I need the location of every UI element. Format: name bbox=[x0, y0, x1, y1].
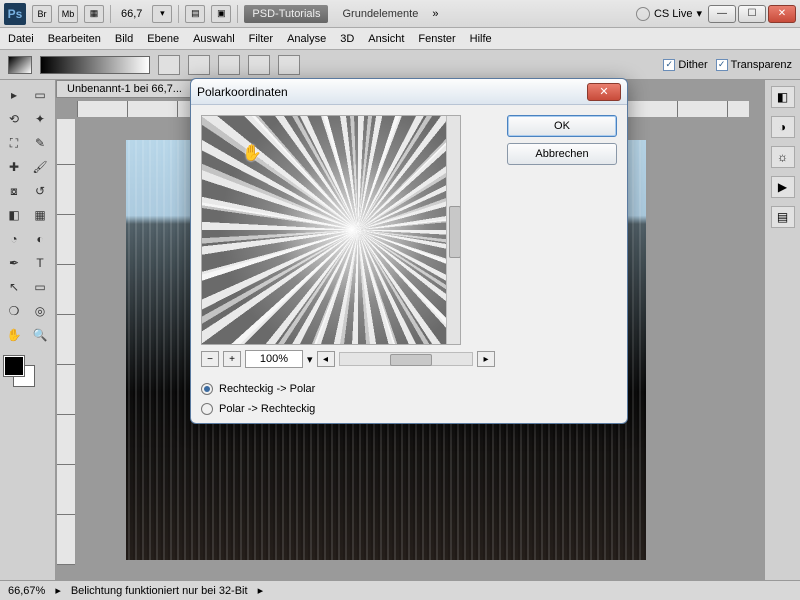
3d-tool[interactable]: ❍ bbox=[2, 300, 26, 322]
stamp-tool[interactable]: ⧇ bbox=[2, 180, 26, 202]
menu-analyse[interactable]: Analyse bbox=[287, 33, 326, 45]
zoom-dropdown-icon[interactable]: ▾ bbox=[307, 353, 313, 366]
crop-tool[interactable]: ⛶ bbox=[2, 132, 26, 154]
preview[interactable] bbox=[201, 115, 461, 345]
zoom-in-button[interactable]: + bbox=[223, 351, 241, 367]
cs-live[interactable]: CS Live ▾ bbox=[636, 7, 702, 21]
viewmode-icon[interactable]: ▦ bbox=[84, 5, 104, 23]
ps-logo: Ps bbox=[4, 3, 26, 25]
menu-hilfe[interactable]: Hilfe bbox=[470, 33, 492, 45]
minimize-button[interactable]: — bbox=[708, 5, 736, 23]
menu-fenster[interactable]: Fenster bbox=[418, 33, 455, 45]
ok-button[interactable]: OK bbox=[507, 115, 617, 137]
panel-adjust-icon[interactable]: ☼ bbox=[771, 146, 795, 168]
menu-auswahl[interactable]: Auswahl bbox=[193, 33, 235, 45]
eraser-tool[interactable]: ◧ bbox=[2, 204, 26, 226]
zoom-value[interactable]: 100% bbox=[245, 350, 303, 368]
cancel-button[interactable]: Abbrechen bbox=[507, 143, 617, 165]
zoom-display[interactable]: 66,7 bbox=[117, 8, 146, 20]
menu-datei[interactable]: Datei bbox=[8, 33, 34, 45]
more-icon[interactable]: » bbox=[432, 8, 438, 20]
arrange-icon[interactable]: ▤ bbox=[185, 5, 205, 23]
ruler-vertical[interactable] bbox=[56, 118, 76, 566]
color-swatches[interactable] bbox=[2, 356, 32, 386]
menu-bearbeiten[interactable]: Bearbeiten bbox=[48, 33, 101, 45]
history-tool[interactable]: ↺ bbox=[28, 180, 52, 202]
status-zoom[interactable]: 66,67% bbox=[8, 585, 45, 597]
lasso-tool[interactable]: ⟲ bbox=[2, 108, 26, 130]
scroll-left-button[interactable]: ◂ bbox=[317, 351, 335, 367]
menu-bar: Datei Bearbeiten Bild Ebene Auswahl Filt… bbox=[0, 28, 800, 50]
dialog-close-button[interactable]: ✕ bbox=[587, 83, 621, 101]
wand-tool[interactable]: ✦ bbox=[28, 108, 52, 130]
gradient-tool[interactable]: ▦ bbox=[28, 204, 52, 226]
menu-ansicht[interactable]: Ansicht bbox=[368, 33, 404, 45]
heal-tool[interactable]: ✚ bbox=[2, 156, 26, 178]
workspace-tab[interactable]: Grundelemente bbox=[334, 5, 426, 23]
path-tool[interactable]: ↖ bbox=[2, 276, 26, 298]
shape-tool[interactable]: ▭ bbox=[28, 276, 52, 298]
blur-tool[interactable]: ◔ bbox=[2, 228, 26, 250]
radio-rect-to-polar[interactable]: Rechteckig -> Polar bbox=[201, 383, 495, 395]
hand-tool[interactable]: ✋ bbox=[2, 324, 26, 346]
dialog-title: Polarkoordinaten bbox=[197, 85, 587, 99]
foreground-swatch[interactable] bbox=[4, 356, 24, 376]
scroll-right-button[interactable]: ▸ bbox=[477, 351, 495, 367]
gradient-radial-icon[interactable] bbox=[188, 55, 210, 75]
gradient-reflected-icon[interactable] bbox=[248, 55, 270, 75]
maximize-button[interactable]: ☐ bbox=[738, 5, 766, 23]
3dcam-tool[interactable]: ◎ bbox=[28, 300, 52, 322]
gradient-linear-icon[interactable] bbox=[158, 55, 180, 75]
close-button[interactable]: ✕ bbox=[768, 5, 796, 23]
eyedropper-tool[interactable]: ✎ bbox=[28, 132, 52, 154]
status-chevron-icon[interactable]: ▸ bbox=[55, 584, 61, 597]
status-bar: 66,67% ▸ Belichtung funktioniert nur bei… bbox=[0, 580, 800, 600]
status-chevron2-icon[interactable]: ▸ bbox=[258, 584, 264, 597]
screen-icon[interactable]: ▣ bbox=[211, 5, 231, 23]
menu-3d[interactable]: 3D bbox=[340, 33, 354, 45]
panel-layers-icon[interactable]: ◧ bbox=[771, 86, 795, 108]
dodge-tool[interactable]: ◐ bbox=[28, 228, 52, 250]
dither-checkbox[interactable]: ✓Dither bbox=[663, 59, 707, 71]
title-bar: Ps Br Mb ▦ 66,7 ▾ ▤ ▣ PSD-Tutorials Grun… bbox=[0, 0, 800, 28]
menu-bild[interactable]: Bild bbox=[115, 33, 133, 45]
radio-polar-to-rect[interactable]: Polar -> Rechteckig bbox=[201, 403, 495, 415]
minibridge-icon[interactable]: Mb bbox=[58, 5, 78, 23]
document-tab[interactable]: Unbenannt-1 bei 66,7... bbox=[56, 80, 193, 98]
bridge-icon[interactable]: Br bbox=[32, 5, 52, 23]
zoom-tool[interactable]: 🔍 bbox=[28, 324, 52, 346]
gradient-angle-icon[interactable] bbox=[218, 55, 240, 75]
zoom-dropdown-icon[interactable]: ▾ bbox=[152, 5, 172, 23]
panel-actions-icon[interactable]: ▤ bbox=[771, 206, 795, 228]
tool-preset-icon[interactable] bbox=[8, 56, 32, 74]
gradient-diamond-icon[interactable] bbox=[278, 55, 300, 75]
workspace-tab-active[interactable]: PSD-Tutorials bbox=[244, 5, 328, 23]
gradient-picker[interactable] bbox=[40, 56, 150, 74]
preview-scrollbar-h[interactable] bbox=[339, 352, 473, 366]
zoom-out-button[interactable]: − bbox=[201, 351, 219, 367]
dialog-titlebar[interactable]: Polarkoordinaten ✕ bbox=[191, 79, 627, 105]
marquee-tool[interactable]: ▭ bbox=[28, 84, 52, 106]
status-msg: Belichtung funktioniert nur bei 32-Bit bbox=[71, 585, 248, 597]
menu-ebene[interactable]: Ebene bbox=[147, 33, 179, 45]
menu-filter[interactable]: Filter bbox=[249, 33, 273, 45]
brush-tool[interactable]: 🖌 bbox=[28, 156, 52, 178]
panel-history-icon[interactable]: ▶ bbox=[771, 176, 795, 198]
toolbox: ▸▭ ⟲✦ ⛶✎ ✚🖌 ⧇↺ ◧▦ ◔◐ ✒T ↖▭ ❍◎ ✋🔍 bbox=[0, 80, 56, 580]
transparenz-checkbox[interactable]: ✓Transparenz bbox=[716, 59, 792, 71]
right-panels: ◧ ◑ ☼ ▶ ▤ bbox=[764, 80, 800, 580]
move-tool[interactable]: ▸ bbox=[2, 84, 26, 106]
polar-dialog: Polarkoordinaten ✕ − + 100% ▾ ◂ ▸ Rechte… bbox=[190, 78, 628, 424]
pen-tool[interactable]: ✒ bbox=[2, 252, 26, 274]
preview-scrollbar-v[interactable] bbox=[446, 116, 460, 344]
type-tool[interactable]: T bbox=[28, 252, 52, 274]
options-bar: ✓Dither ✓Transparenz bbox=[0, 50, 800, 80]
panel-channels-icon[interactable]: ◑ bbox=[771, 116, 795, 138]
